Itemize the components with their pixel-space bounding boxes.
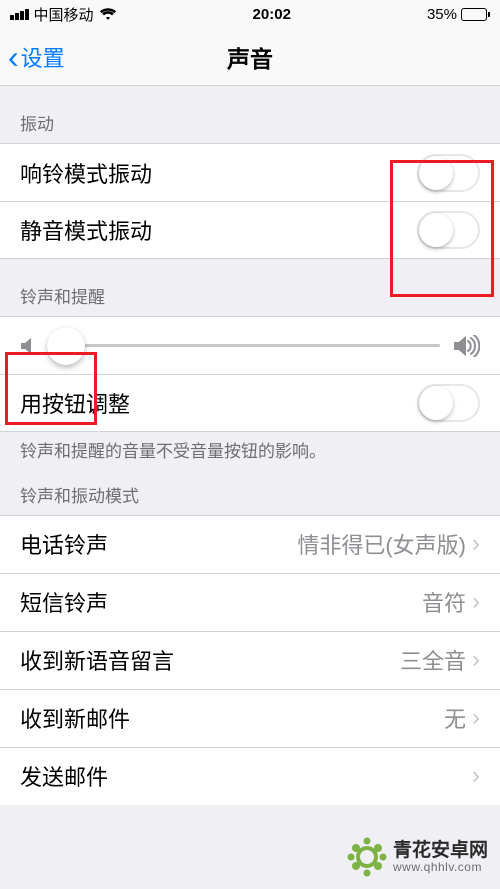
watermark-url: www.qhhlv.com xyxy=(393,861,488,874)
chevron-right-icon: › xyxy=(472,646,480,674)
row-label: 收到新邮件 xyxy=(20,702,130,734)
section-footer-ringer: 铃声和提醒的音量不受音量按钮的影响。 xyxy=(0,432,500,468)
status-left: 中国移动 xyxy=(10,4,117,25)
chevron-right-icon: › xyxy=(472,588,480,616)
row-label: 电话铃声 xyxy=(20,528,108,560)
row-value: 情非得已(女声版) xyxy=(297,528,466,560)
status-bar: 中国移动 20:02 35% xyxy=(0,0,500,28)
section-header-pattern: 铃声和振动模式 xyxy=(0,468,500,515)
row-label: 静音模式振动 xyxy=(20,214,152,246)
row-ringtone[interactable]: 电话铃声 情非得已(女声版) › xyxy=(0,515,500,573)
speaker-low-icon xyxy=(20,336,36,356)
row-voicemail[interactable]: 收到新语音留言 三全音 › xyxy=(0,631,500,689)
toggle-change-with-buttons[interactable] xyxy=(417,384,480,422)
clock: 20:02 xyxy=(253,6,291,23)
toggle-vibrate-on-silent[interactable] xyxy=(417,211,480,249)
battery-percent: 35% xyxy=(427,6,457,23)
row-vibrate-on-ring[interactable]: 响铃模式振动 xyxy=(0,143,500,201)
wifi-icon xyxy=(99,7,117,21)
page-title: 声音 xyxy=(227,40,273,74)
signal-icon xyxy=(10,9,29,20)
section-header-vibrate: 振动 xyxy=(0,86,500,143)
row-label: 用按钮调整 xyxy=(20,387,130,419)
watermark: 青花安卓网 www.qhhlv.com xyxy=(347,837,488,877)
chevron-right-icon: › xyxy=(472,762,480,790)
back-button[interactable]: ‹ 设置 xyxy=(8,41,65,73)
chevron-left-icon: ‹ xyxy=(8,41,19,73)
row-value: 无 xyxy=(444,702,466,734)
battery-icon xyxy=(461,8,490,21)
row-value: 音符 xyxy=(422,586,466,618)
row-sent-mail[interactable]: 发送邮件 › xyxy=(0,747,500,805)
nav-bar: ‹ 设置 声音 xyxy=(0,28,500,86)
ringer-volume-slider[interactable] xyxy=(50,344,440,347)
row-value: 三全音 xyxy=(400,644,466,676)
row-vibrate-on-silent[interactable]: 静音模式振动 xyxy=(0,201,500,259)
slider-thumb[interactable] xyxy=(47,327,85,365)
watermark-name: 青花安卓网 xyxy=(393,841,488,861)
toggle-vibrate-on-ring[interactable] xyxy=(417,154,480,192)
row-change-with-buttons[interactable]: 用按钮调整 xyxy=(0,374,500,432)
chevron-right-icon: › xyxy=(472,704,480,732)
watermark-logo-icon xyxy=(347,837,387,877)
row-label: 响铃模式振动 xyxy=(20,157,152,189)
back-label: 设置 xyxy=(21,41,65,73)
row-label: 短信铃声 xyxy=(20,586,108,618)
row-label: 发送邮件 xyxy=(20,760,108,792)
row-ringer-volume xyxy=(0,316,500,374)
section-header-ringer: 铃声和提醒 xyxy=(0,259,500,316)
row-new-mail[interactable]: 收到新邮件 无 › xyxy=(0,689,500,747)
row-text-tone[interactable]: 短信铃声 音符 › xyxy=(0,573,500,631)
carrier-label: 中国移动 xyxy=(34,4,94,25)
status-right: 35% xyxy=(427,6,490,23)
chevron-right-icon: › xyxy=(472,530,480,558)
row-label: 收到新语音留言 xyxy=(20,644,174,676)
speaker-high-icon xyxy=(454,335,480,357)
